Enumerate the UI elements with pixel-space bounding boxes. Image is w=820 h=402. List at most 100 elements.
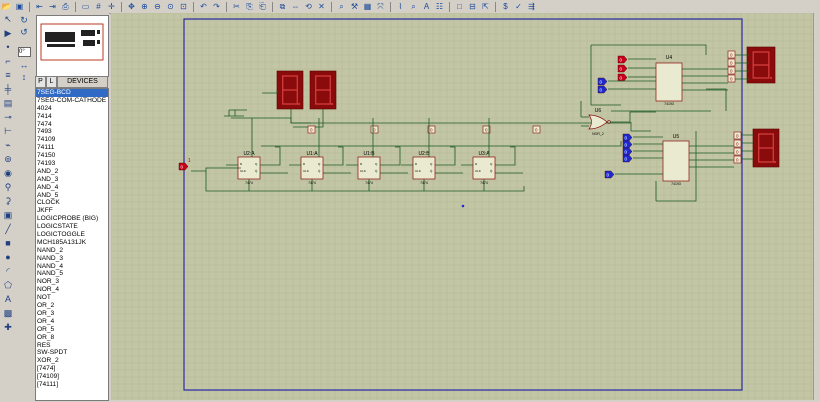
zoom-out-icon[interactable]: ⊖: [152, 1, 163, 12]
decompose-icon[interactable]: ⤧: [375, 1, 386, 12]
netlist-icon[interactable]: ⇶: [526, 1, 537, 12]
overview-window[interactable]: [36, 15, 109, 77]
device-list-item[interactable]: XOR_2: [36, 357, 108, 365]
bom-icon[interactable]: $: [500, 1, 511, 12]
mirror-vertical-button[interactable]: ↕: [18, 71, 30, 82]
origin-icon[interactable]: ✛: [106, 1, 117, 12]
grid-icon[interactable]: #: [93, 1, 104, 12]
copy-icon[interactable]: ⎘: [244, 1, 255, 12]
device-list-item[interactable]: AND_5: [36, 192, 108, 200]
device-list-item[interactable]: SW-SPDT: [36, 349, 108, 357]
device-list[interactable]: 7SEG-BCD 7SEG-COM-CATHODE 4024 7414 7474 7493…: [35, 88, 109, 401]
block-move-icon[interactable]: ⇔: [290, 1, 301, 12]
component-icon[interactable]: ▶: [1, 27, 15, 40]
graph-icon[interactable]: ⌁: [1, 139, 15, 152]
junction-icon[interactable]: •: [1, 41, 15, 54]
arc-icon[interactable]: ◜: [1, 265, 15, 278]
zoom-area-icon[interactable]: ⊡: [178, 1, 189, 12]
device-list-item[interactable]: OR_3: [36, 310, 108, 318]
block-delete-icon[interactable]: ✕: [316, 1, 327, 12]
circle-icon[interactable]: ●: [1, 251, 15, 264]
schematic-drawing[interactable]: U2:A7474DCLKQQ̄0U1:A7474DCLKQQ̄0U1:B7474…: [110, 12, 820, 400]
device-list-item[interactable]: 4024: [36, 105, 108, 113]
box-icon[interactable]: ■: [1, 237, 15, 250]
device-list-item[interactable]: AND_2: [36, 168, 108, 176]
device-list-item[interactable]: 7SEG-BCD: [36, 89, 108, 97]
device-pin-icon[interactable]: ⊢: [1, 125, 15, 138]
device-list-item[interactable]: NAND_2: [36, 247, 108, 255]
device-list-item[interactable]: NOT: [36, 294, 108, 302]
rotate-ccw-button[interactable]: ↺: [18, 27, 30, 38]
device-list-item[interactable]: NAND_3: [36, 255, 108, 263]
generator-icon[interactable]: ◉: [1, 167, 15, 180]
open-icon[interactable]: 📂: [1, 1, 12, 12]
device-list-item[interactable]: OR_2: [36, 302, 108, 310]
device-list-item[interactable]: AND_3: [36, 176, 108, 184]
zoom-in-icon[interactable]: ⊕: [139, 1, 150, 12]
cut-icon[interactable]: ✂: [231, 1, 242, 12]
text-icon[interactable]: A: [1, 293, 15, 306]
vertical-scrollbar[interactable]: [813, 13, 820, 400]
device-list-item[interactable]: MCH185A131JK: [36, 239, 108, 247]
line-icon[interactable]: ╱: [1, 223, 15, 236]
paste-icon[interactable]: ⎗: [257, 1, 268, 12]
virtual-instrument-icon[interactable]: ▣: [1, 209, 15, 222]
wire-label-icon[interactable]: ⌐: [1, 55, 15, 68]
current-probe-icon[interactable]: ⚳: [1, 195, 15, 208]
terminal-icon[interactable]: ⊸: [1, 111, 15, 124]
tape-icon[interactable]: ⊚: [1, 153, 15, 166]
erc-icon[interactable]: ✓: [513, 1, 524, 12]
pick-device-icon[interactable]: ⌕: [336, 1, 347, 12]
print-icon[interactable]: ⎙: [60, 1, 71, 12]
device-list-item[interactable]: 7474: [36, 121, 108, 129]
device-list-item[interactable]: LOGICTOGGLE: [36, 231, 108, 239]
schematic-canvas[interactable]: U2:A 7474 D CLK Q Q̄ 0 U1:A 7474 D CLK Q Q̄ 0 U1:B 7474…: [110, 12, 820, 400]
zoom-all-icon[interactable]: ⊙: [165, 1, 176, 12]
device-list-item[interactable]: 74111: [36, 144, 108, 152]
pan-icon[interactable]: ✥: [126, 1, 137, 12]
device-list-item[interactable]: [74111]: [36, 381, 108, 389]
device-list-item[interactable]: LOGICPROBE (BIG): [36, 215, 108, 223]
rotate-cw-button[interactable]: ↻: [18, 15, 30, 26]
make-device-icon[interactable]: ⚒: [349, 1, 360, 12]
block-copy-icon[interactable]: ⧉: [277, 1, 288, 12]
device-list-item[interactable]: JKFF: [36, 207, 108, 215]
path-icon[interactable]: ⬠: [1, 279, 15, 292]
device-list-item[interactable]: 74150: [36, 152, 108, 160]
device-list-item[interactable]: OR_5: [36, 326, 108, 334]
selection-icon[interactable]: ↖: [1, 13, 15, 26]
library-manager-tab[interactable]: L: [46, 76, 57, 88]
text-script-icon[interactable]: ≡: [1, 69, 15, 82]
block-rotate-icon[interactable]: ⟲: [303, 1, 314, 12]
redo-icon[interactable]: ↷: [211, 1, 222, 12]
device-list-item[interactable]: RES: [36, 342, 108, 350]
subcircuit-icon[interactable]: ▤: [1, 97, 15, 110]
area-icon[interactable]: ▭: [80, 1, 91, 12]
device-list-item[interactable]: NOR_4: [36, 286, 108, 294]
rotation-angle-field[interactable]: 0°: [18, 47, 31, 57]
property-assign-icon[interactable]: A: [421, 1, 432, 12]
voltage-probe-icon[interactable]: ⚲: [1, 181, 15, 194]
mirror-horizontal-button[interactable]: ↔: [18, 59, 30, 70]
device-list-item[interactable]: AND_4: [36, 184, 108, 192]
exit-sheet-icon[interactable]: ⇱: [480, 1, 491, 12]
marker-icon[interactable]: ✚: [1, 321, 15, 334]
device-list-item[interactable]: 74193: [36, 160, 108, 168]
packaging-icon[interactable]: ▦: [362, 1, 373, 12]
new-sheet-icon[interactable]: □: [454, 1, 465, 12]
pick-devices-tab[interactable]: P: [35, 76, 46, 88]
device-list-item[interactable]: 7SEG-COM-CATHODE: [36, 97, 108, 105]
symbol-icon[interactable]: ▩: [1, 307, 15, 320]
export-icon[interactable]: ⇥: [47, 1, 58, 12]
wire-autorouter-icon[interactable]: ⌇: [395, 1, 406, 12]
device-list-item[interactable]: CLOCK: [36, 199, 108, 207]
undo-icon[interactable]: ↶: [198, 1, 209, 12]
device-list-item[interactable]: LOGICSTATE: [36, 223, 108, 231]
search-icon[interactable]: ⌕: [408, 1, 419, 12]
device-list-item[interactable]: NAND_5: [36, 270, 108, 278]
device-list-item[interactable]: [74109]: [36, 373, 108, 381]
device-list-item[interactable]: NAND_4: [36, 263, 108, 271]
device-list-item[interactable]: OR_4: [36, 318, 108, 326]
device-list-item[interactable]: 74109: [36, 136, 108, 144]
device-list-item[interactable]: [7474]: [36, 365, 108, 373]
